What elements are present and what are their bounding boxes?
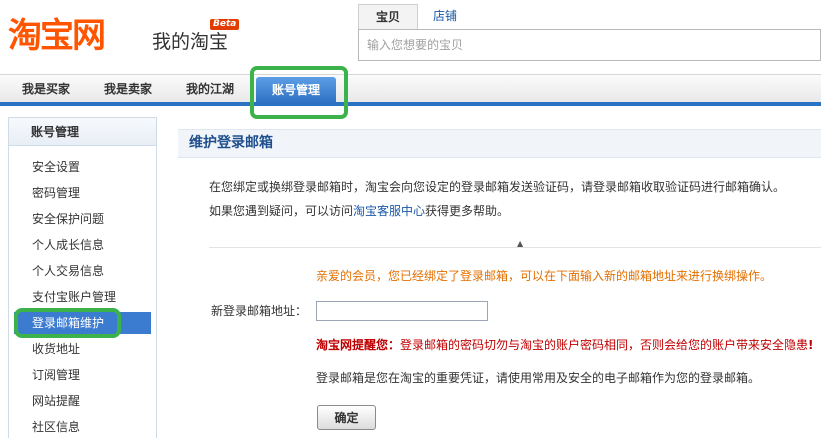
sidebar: 账号管理 安全设置 密码管理 安全保护问题 个人成长信息 个人交易信息 支付宝账… <box>8 117 157 438</box>
nav-item-seller[interactable]: 我是卖家 <box>104 75 152 103</box>
search-tab-shops[interactable]: 店铺 <box>421 4 469 29</box>
sidebar-item-alipay[interactable]: 支付宝账户管理 <box>9 284 156 310</box>
email-field[interactable] <box>316 301 488 321</box>
divider <box>209 247 821 248</box>
email-description: 登录邮箱是您在淘宝的重要凭证，请使用常用及安全的电子邮箱作为您的登录邮箱。 <box>316 371 761 385</box>
sidebar-item-subscriptions[interactable]: 订阅管理 <box>9 362 156 388</box>
sidebar-item-community[interactable]: 社区信息 <box>9 414 156 438</box>
security-warning: 淘宝网提醒您：登录邮箱的密码切勿与淘宝的账户密码相同，否则会给您的账户带来安全隐… <box>316 337 814 353</box>
warning-prefix: 淘宝网提醒您： <box>316 338 401 352</box>
logo-main-text: 淘宝网 <box>8 16 106 56</box>
customer-service-link[interactable]: 淘宝客服中心 <box>353 204 425 218</box>
intro-text: 在您绑定或换绑登录邮箱时，淘宝会向您设定的登录邮箱发送验证码，请登录邮箱收取验证… <box>209 180 786 194</box>
sidebar-title: 账号管理 <box>9 118 156 146</box>
page-title: 维护登录邮箱 <box>189 135 273 151</box>
caret-up-icon: ▲ <box>517 239 524 248</box>
sidebar-item-password[interactable]: 密码管理 <box>9 180 156 206</box>
logo-sub-text: 我的淘宝 <box>152 31 229 53</box>
email-field-label: 新登录邮箱地址： <box>211 304 308 318</box>
sidebar-item-address[interactable]: 收货地址 <box>9 336 156 362</box>
warning-text: 登录邮箱的密码切勿与淘宝的账户密码相同，否则会给您的账户带来安全隐患 <box>400 338 809 352</box>
confirm-button[interactable]: 确定 <box>317 405 376 430</box>
main-title-bar: 维护登录邮箱 <box>178 129 821 158</box>
help-suffix: 获得更多帮助。 <box>425 204 510 218</box>
beta-badge: Beta <box>210 19 240 30</box>
sidebar-list: 安全设置 密码管理 安全保护问题 个人成长信息 个人交易信息 支付宝账户管理 登… <box>9 154 156 438</box>
sidebar-item-login-email[interactable]: 登录邮箱维护 <box>14 312 151 334</box>
nav-item-buyer[interactable]: 我是买家 <box>22 75 70 103</box>
warning-end: ! <box>808 338 814 352</box>
nav-item-account-management[interactable]: 账号管理 <box>256 77 336 104</box>
nav-item-my-world[interactable]: 我的江湖 <box>186 75 234 103</box>
sidebar-item-trade-info[interactable]: 个人交易信息 <box>9 258 156 284</box>
sidebar-item-security-questions[interactable]: 安全保护问题 <box>9 206 156 232</box>
search-tabs: 宝贝 店铺 <box>357 4 821 29</box>
main-nav: 我是买家 我是卖家 我的江湖 账号管理 <box>0 74 821 106</box>
search-input[interactable] <box>358 29 821 61</box>
sidebar-item-growth-info[interactable]: 个人成长信息 <box>9 232 156 258</box>
sidebar-item-site-reminders[interactable]: 网站提醒 <box>9 388 156 414</box>
sidebar-item-security-settings[interactable]: 安全设置 <box>9 154 156 180</box>
search-box: 宝贝 店铺 <box>357 4 821 62</box>
help-text: 如果您遇到疑问，可以访问淘宝客服中心获得更多帮助。 <box>209 203 509 219</box>
help-prefix: 如果您遇到疑问，可以访问 <box>209 204 354 218</box>
bound-email-notice: 亲爱的会员，您已经绑定了登录邮箱，可以在下面输入新的邮箱地址来进行换绑操作。 <box>316 269 773 283</box>
search-tab-items[interactable]: 宝贝 <box>358 4 418 29</box>
